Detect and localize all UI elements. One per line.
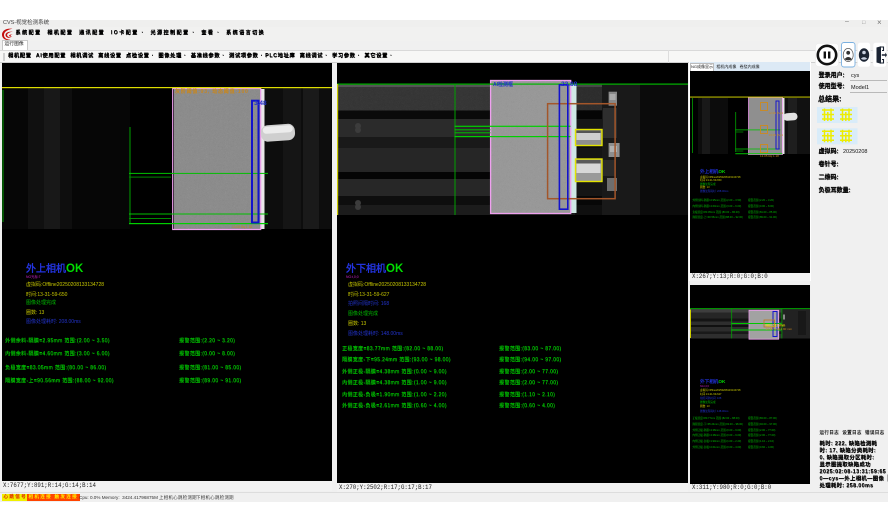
svg-text:13.05 Rq:1: 13.05 Rq:1 [769, 133, 784, 137]
svg-text:13.88 4.38 1.90 mm: 13.88 4.38 1.90 mm [766, 327, 793, 331]
svg-text:12.05 Rq:1: 12.05 Rq:1 [769, 111, 784, 115]
svg-text:13.05 Rq:1.18: 13.05 Rq:1.18 [760, 154, 779, 158]
